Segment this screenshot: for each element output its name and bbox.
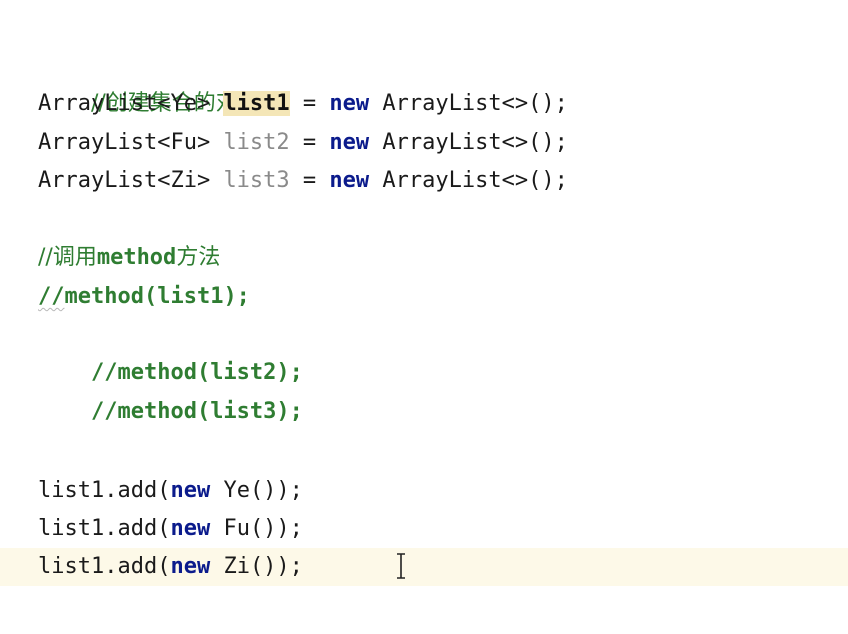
- keyword-new: new: [170, 554, 211, 579]
- code-line-2[interactable]: ArrayList<Ye> list1 = new ArrayList<>();: [0, 85, 848, 123]
- constructor-call: ArrayList<>();: [369, 168, 568, 193]
- type-declaration: ArrayList<Ye>: [38, 91, 224, 116]
- constructor-call: Zi());: [210, 554, 303, 579]
- code-line-7[interactable]: //method(list2);: [0, 316, 848, 385]
- constructor-call: ArrayList<>();: [369, 91, 568, 116]
- type-declaration: ArrayList<Zi>: [38, 168, 224, 193]
- keyword-new: new: [329, 168, 370, 193]
- code-line-11-current[interactable]: list1.add(new Zi());: [0, 548, 848, 586]
- method-call: list1.add(: [38, 554, 171, 579]
- constructor-call: Fu());: [210, 516, 303, 541]
- code-line-4[interactable]: ArrayList<Zi> list3 = new ArrayList<>();: [0, 162, 848, 200]
- comment-method-call: //method(list3);: [90, 399, 303, 424]
- variable-list3[interactable]: list3: [223, 168, 289, 193]
- comment-suffix: 方法: [176, 245, 221, 270]
- constructor-call: Ye());: [210, 478, 303, 503]
- comment-slashes-warning: //: [38, 284, 65, 309]
- keyword-new: new: [170, 516, 211, 541]
- comment-method-call: method(list1);: [64, 284, 250, 309]
- keyword-new: new: [329, 91, 370, 116]
- comment-prefix: //调用: [38, 245, 97, 270]
- assign-operator: =: [289, 130, 330, 155]
- constructor-call: ArrayList<>();: [369, 130, 568, 155]
- i-beam-cursor-icon: [397, 553, 405, 579]
- keyword-new: new: [329, 130, 370, 155]
- code-line-10[interactable]: list1.add(new Fu());: [0, 510, 848, 548]
- code-line-9[interactable]: list1.add(new Ye());: [0, 472, 848, 510]
- assign-operator: =: [289, 168, 330, 193]
- code-line-1[interactable]: //创建集合的对象: [0, 47, 848, 116]
- code-line-8[interactable]: //method(list3);: [0, 355, 848, 424]
- variable-list2[interactable]: list2: [223, 130, 289, 155]
- code-editor[interactable]: //创建集合的对象 ArrayList<Ye> list1 = new Arra…: [0, 0, 848, 634]
- code-line-6[interactable]: //method(list1);: [0, 278, 848, 316]
- variable-list1-highlighted[interactable]: list1: [223, 91, 290, 116]
- comment-method-word: method: [96, 245, 177, 270]
- method-call: list1.add(: [38, 478, 171, 503]
- method-call: list1.add(: [38, 516, 171, 541]
- keyword-new: new: [170, 478, 211, 503]
- assign-operator: =: [289, 91, 330, 116]
- code-line-5[interactable]: //调用method方法: [0, 239, 848, 277]
- code-line-3[interactable]: ArrayList<Fu> list2 = new ArrayList<>();: [0, 124, 848, 162]
- type-declaration: ArrayList<Fu>: [38, 130, 224, 155]
